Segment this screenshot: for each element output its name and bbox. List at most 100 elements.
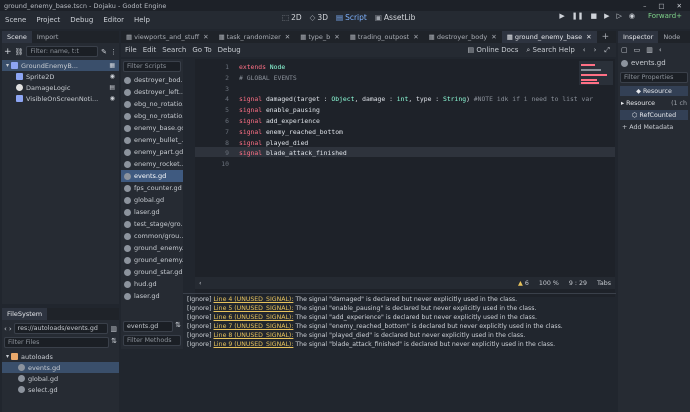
toggle-scripts-icon[interactable]: ‹ [199,280,202,287]
fs-file-global[interactable]: global.gd [2,373,119,384]
code-line[interactable]: signal add_experience [239,117,320,125]
zoom-level[interactable]: 100 % [539,280,559,287]
scene-filter-input[interactable]: Filter: name, t:t [26,46,99,57]
code-line[interactable]: signal played_died [239,139,308,147]
movie-icon[interactable]: ◉ [629,12,635,20]
tab-inspector[interactable]: Inspector [618,31,659,43]
attach-script-icon[interactable]: ✎ [101,48,107,56]
warning-link[interactable]: Line 8 (UNUSED_SIGNAL): [213,332,293,339]
warnings-count[interactable]: ▲ 6 [518,280,529,287]
search-help-button[interactable]: ⌕ Search Help [526,46,574,55]
scene-tab[interactable]: ▦ trading_outpost ✕ [345,31,424,43]
warning-link[interactable]: Line 4 (UNUSED_SIGNAL): [213,296,293,303]
collapse-icon[interactable]: ▾ [6,62,9,69]
link-icon[interactable]: ⛓ [15,48,24,56]
script-menu-edit[interactable]: Edit [143,46,157,54]
stop-icon[interactable]: ■ [590,12,597,20]
workspace-assetlib[interactable]: ▣ AssetLib [375,13,416,22]
tree-node-visiblenotifier[interactable]: VisibleOnScreenNoti... ◉ [2,93,119,104]
forward-icon[interactable]: › [9,325,12,333]
script-list-item[interactable]: ebg_no_rotatio... [121,110,183,122]
script-list-item[interactable]: ground_enemy... [121,254,183,266]
code-line[interactable]: signal blade_attack_finished [239,149,347,157]
script-menu-debug[interactable]: Debug [218,46,241,54]
script-list-item[interactable]: destroyer_bod... [121,74,183,86]
script-list-item[interactable]: global.gd [121,194,183,206]
code-line[interactable]: signal damaged(target : Object, damage :… [239,95,593,103]
sort-icon[interactable]: ⇅ [111,337,117,348]
maximize-icon[interactable]: □ [658,2,664,10]
script-list-item[interactable]: enemy_base.gd [121,122,183,134]
filter-properties-input[interactable]: Filter Properties [620,72,688,83]
tree-node-sprite2d[interactable]: Sprite2D ◉ [2,71,119,82]
visibility-eye-icon[interactable]: ◉ [110,73,115,80]
close-icon[interactable]: ✕ [285,33,290,41]
split-view-icon[interactable]: ▥ [110,325,117,333]
scene-tab[interactable]: ▦ task_randomizer ✕ [214,31,296,43]
close-icon[interactable]: ✕ [491,33,496,41]
script-list-item[interactable]: laser.gd [121,206,183,218]
script-list-item[interactable]: hud.gd [121,278,183,290]
online-docs-button[interactable]: ▤ Online Docs [468,46,519,55]
filesystem-filter-input[interactable]: Filter Files [4,337,110,348]
tab-scene[interactable]: Scene [2,31,32,43]
close-icon[interactable]: ✕ [413,33,418,41]
code-line[interactable]: signal enemy_reached_bottom [239,128,343,136]
filesystem-path[interactable]: res://autoloads/events.gd [13,323,109,334]
scene-tab[interactable]: ▦ destroyer_body ✕ [424,31,502,43]
script-list-item[interactable]: ground_enemy... [121,242,183,254]
code-line[interactable]: signal enable_pausing [239,106,320,114]
script-menu-file[interactable]: File [125,46,137,54]
close-icon[interactable]: ✕ [203,33,208,41]
workspace-2d[interactable]: ⬚ 2D [282,13,302,22]
code-editor[interactable]: 1 extends Node 2 # GLOBAL EVENTS 3 4 signal da… [195,59,615,297]
script-list-item[interactable]: events.gd [121,170,183,182]
collapse-icon[interactable]: ▾ [6,353,9,360]
history-icon[interactable]: ‹ [659,46,662,54]
visibility-eye-icon[interactable]: ◉ [110,95,115,102]
fs-file-events[interactable]: events.gd [2,362,119,373]
menu-editor[interactable]: Editor [98,16,129,24]
renderer-label[interactable]: Forward+ [648,12,682,20]
close-icon[interactable]: ✕ [334,33,339,41]
code-line[interactable]: extends Node [239,63,285,71]
tree-node-root[interactable]: ▾ GroundEnemyB... ▦ [2,60,119,71]
nav-back-icon[interactable]: ‹ [583,46,586,55]
play-scene-icon[interactable]: ▶ [604,12,609,20]
pause-icon[interactable]: ❚❚ [572,12,584,20]
inspector-object-row[interactable]: events.gd [618,57,690,69]
nav-forward-icon[interactable]: › [594,46,597,55]
fs-file-select[interactable]: select.gd [2,384,119,395]
load-icon[interactable]: ▭ [634,46,641,54]
tab-filesystem[interactable]: FileSystem [2,308,48,320]
warning-link[interactable]: Line 5 (UNUSED_SIGNAL): [213,305,293,312]
tree-node-damagelogic[interactable]: DamageLogic ▤ [2,82,119,93]
filter-methods-input[interactable]: Filter Methods [123,335,181,346]
warning-link[interactable]: Line 9 (UNUSED_SIGNAL): [213,341,293,348]
script-list-item[interactable]: common/grou... [121,230,183,242]
play-custom-icon[interactable]: ▷ [616,12,621,20]
menu-help[interactable]: Help [129,16,155,24]
script-list-item[interactable]: test_stage/gro... [121,218,183,230]
minimap[interactable] [579,61,613,85]
menu-debug[interactable]: Debug [65,16,98,24]
script-attached-icon[interactable]: ▤ [109,84,115,91]
script-list-item[interactable]: enemy_rocket.... [121,158,183,170]
add-node-icon[interactable]: + [4,47,12,57]
play-icon[interactable]: ▶ [559,12,564,20]
indent-mode[interactable]: Tabs [597,280,611,287]
close-icon[interactable]: ✕ [586,33,591,41]
script-list-item[interactable]: ground_star.gd [121,266,183,278]
more-icon[interactable]: ⋮ [110,48,117,56]
script-menu-search[interactable]: Search [162,46,186,54]
workspace-script[interactable]: ▤ Script [336,13,367,22]
filter-scripts-input[interactable]: Filter Scripts [123,61,181,72]
minimize-icon[interactable]: – [643,2,646,10]
sort-icon[interactable]: ⇅ [175,321,181,332]
script-list-item[interactable]: laser.gd [121,290,183,302]
fs-folder-autoloads[interactable]: ▾ autoloads [2,351,119,362]
scene-tab-active[interactable]: ▦ ground_enemy_base ✕ [501,31,597,43]
workspace-3d[interactable]: ◇ 3D [310,13,328,22]
script-list-item[interactable]: enemy_bullet_... [121,134,183,146]
tab-node[interactable]: Node [658,31,685,43]
